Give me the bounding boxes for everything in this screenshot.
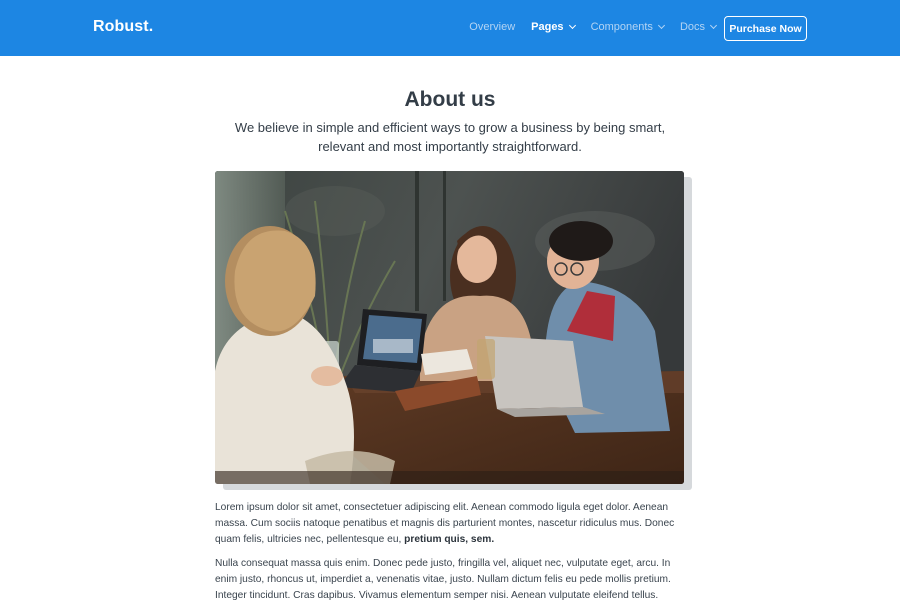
team-photo-container [215, 171, 692, 490]
nav-item-docs[interactable]: Docs [679, 21, 718, 33]
page-lead: We believe in simple and efficient ways … [234, 120, 666, 154]
purchase-now-button[interactable]: Purchase Now [724, 16, 807, 41]
body-paragraph-2: Nulla consequat massa quis enim. Donec p… [215, 558, 671, 600]
team-photo [215, 171, 684, 484]
navbar: Robust. Overview Pages Components Docs P… [0, 0, 900, 56]
nav-item-label: Components [590, 21, 653, 33]
paragraph-bold-text: pretium quis, sem. [404, 534, 495, 545]
nav-item-overview[interactable]: Overview [469, 21, 515, 33]
nav-item-pages[interactable]: Pages [531, 21, 576, 33]
body-paragraph-1: Lorem ipsum dolor sit amet, consectetuer… [215, 500, 685, 548]
nav-item-components[interactable]: Components [590, 21, 665, 33]
main-nav: Overview Pages Components Docs [469, 21, 718, 33]
chevron-down-icon [657, 21, 665, 30]
nav-item-label: Overview [469, 21, 516, 33]
page-title: About us [404, 88, 496, 111]
nav-item-label: Docs [679, 21, 705, 33]
team-photo-illustration [215, 171, 684, 484]
chevron-down-icon [568, 21, 576, 30]
brand-logo[interactable]: Robust. [93, 18, 153, 36]
nav-item-label: Pages [531, 21, 564, 33]
chevron-down-icon [709, 21, 718, 30]
